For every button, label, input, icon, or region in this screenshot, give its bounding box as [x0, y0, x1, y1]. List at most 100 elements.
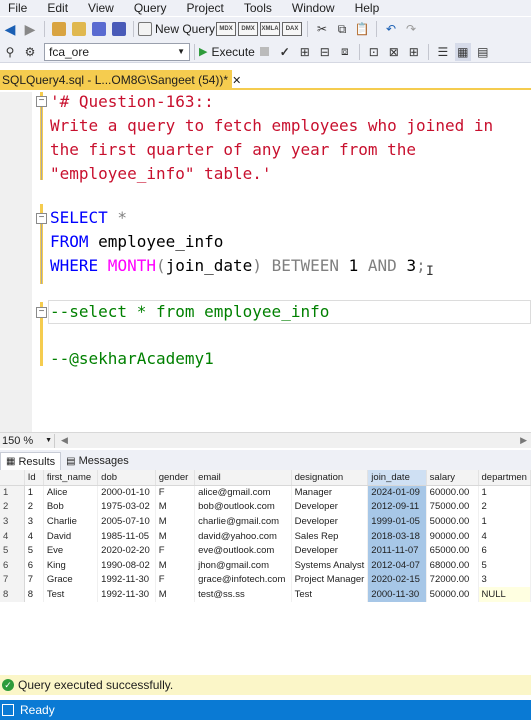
copy-icon[interactable]: ⧉: [334, 20, 350, 38]
table-cell[interactable]: 1975-03-02: [97, 499, 156, 515]
table-cell-selected[interactable]: 2012-09-11: [367, 499, 427, 515]
tab-results[interactable]: ▦ Results: [0, 452, 62, 470]
back-icon[interactable]: ◀: [2, 20, 18, 38]
menu-help[interactable]: Help: [347, 1, 380, 15]
table-cell[interactable]: 3: [478, 572, 531, 588]
paste-icon[interactable]: 📋: [354, 20, 370, 38]
table-cell[interactable]: King: [43, 557, 99, 573]
collapse-icon[interactable]: −: [36, 307, 47, 318]
table-cell[interactable]: Alice: [43, 485, 99, 500]
database-select[interactable]: fca_ore ▼: [44, 42, 190, 61]
table-cell[interactable]: 50000.00: [426, 587, 479, 602]
menu-query[interactable]: Query: [126, 1, 167, 15]
tab-messages[interactable]: ▤ Messages: [61, 452, 134, 470]
table-cell[interactable]: 1: [478, 514, 531, 529]
dax-query-icon[interactable]: DAX: [282, 22, 303, 36]
row-number[interactable]: 3: [0, 514, 25, 529]
menu-window[interactable]: Window: [284, 1, 335, 15]
table-cell[interactable]: 75000.00: [426, 499, 479, 515]
row-number[interactable]: 7: [0, 572, 25, 588]
table-cell[interactable]: Developer: [291, 499, 369, 515]
table-cell[interactable]: David: [43, 528, 99, 544]
menu-view[interactable]: View: [80, 1, 114, 15]
table-cell-selected[interactable]: 1999-01-05: [367, 514, 427, 529]
table-cell[interactable]: 50000.00: [426, 514, 479, 529]
client-stats-icon[interactable]: ⊞: [406, 43, 422, 61]
save-icon[interactable]: [91, 20, 107, 38]
redo-icon[interactable]: ↷: [403, 20, 419, 38]
row-number[interactable]: 8: [0, 587, 25, 602]
menu-tools[interactable]: Tools: [236, 1, 272, 15]
table-cell[interactable]: Test: [291, 587, 369, 602]
table-cell[interactable]: Sales Rep: [291, 528, 369, 544]
table-cell[interactable]: M: [155, 528, 196, 544]
tab-sqlquery4[interactable]: SQLQuery4.sql - L...OM8G\Sangeet (54))* …: [0, 70, 241, 90]
column-header[interactable]: dob: [97, 470, 156, 486]
column-header[interactable]: designation: [291, 470, 369, 486]
column-header-selected[interactable]: join_date: [367, 470, 427, 486]
save-all-icon[interactable]: [111, 20, 127, 38]
change-connection-icon[interactable]: ⚙: [22, 43, 38, 61]
zoom-select[interactable]: 150 % ▼: [0, 433, 55, 448]
column-header[interactable]: email: [194, 470, 292, 486]
table-cell[interactable]: 6: [478, 543, 531, 558]
table-cell[interactable]: 72000.00: [426, 572, 479, 588]
table-cell[interactable]: eve@outlook.com: [194, 543, 292, 558]
table-cell-selected[interactable]: 2018-03-18: [367, 528, 427, 544]
table-cell-null[interactable]: NULL: [478, 587, 531, 602]
row-number[interactable]: 1: [0, 485, 25, 500]
table-cell[interactable]: Bob: [43, 499, 99, 515]
table-cell[interactable]: david@yahoo.com: [194, 528, 292, 544]
undo-icon[interactable]: ↶: [383, 20, 399, 38]
column-header[interactable]: first_name: [43, 470, 99, 486]
table-cell[interactable]: 1990-08-02: [97, 557, 156, 573]
table-cell[interactable]: 60000.00: [426, 485, 479, 500]
results-to-text-icon[interactable]: ☰: [435, 43, 451, 61]
intellisense-icon[interactable]: ⧈: [337, 43, 353, 61]
scroll-right-icon[interactable]: ▶: [520, 435, 527, 446]
table-row[interactable]: 4 4 David 1985-11-05 M david@yahoo.com S…: [0, 528, 531, 544]
table-cell-selected[interactable]: 2024-01-09: [367, 485, 427, 500]
execute-button[interactable]: ▶ Execute: [199, 45, 255, 59]
collapse-icon[interactable]: −: [36, 213, 47, 224]
table-row[interactable]: 3 3 Charlie 2005-07-10 M charlie@gmail.c…: [0, 514, 531, 529]
table-cell[interactable]: Charlie: [43, 514, 99, 529]
menu-edit[interactable]: Edit: [39, 1, 68, 15]
table-cell[interactable]: grace@infotech.com: [194, 572, 292, 588]
dmx-query-icon[interactable]: DMX: [238, 22, 259, 36]
table-cell[interactable]: 4: [24, 528, 44, 544]
table-row[interactable]: 2 2 Bob 1975-03-02 M bob@outlook.com Dev…: [0, 499, 531, 515]
table-cell[interactable]: Eve: [43, 543, 99, 558]
table-cell[interactable]: 2005-07-10: [97, 514, 156, 529]
open-file-icon[interactable]: [71, 20, 87, 38]
table-cell[interactable]: 1992-11-30: [97, 587, 156, 602]
table-cell[interactable]: 90000.00: [426, 528, 479, 544]
xmla-query-icon[interactable]: XMLA: [260, 22, 281, 36]
table-cell[interactable]: M: [155, 514, 196, 529]
parse-icon[interactable]: ✓: [277, 43, 293, 61]
table-row[interactable]: 6 6 King 1990-08-02 M jhon@gmail.com Sys…: [0, 557, 531, 573]
table-cell[interactable]: bob@outlook.com: [194, 499, 292, 515]
row-number[interactable]: 4: [0, 528, 25, 544]
table-row[interactable]: 8 8 Test 1992-11-30 M test@ss.ss Test 20…: [0, 587, 531, 602]
column-header[interactable]: departmen: [478, 470, 531, 486]
table-cell[interactable]: M: [155, 557, 196, 573]
column-header[interactable]: salary: [426, 470, 479, 486]
table-cell[interactable]: Developer: [291, 543, 369, 558]
table-cell[interactable]: 2: [24, 499, 44, 515]
table-row[interactable]: 1 1 Alice 2000-01-10 F alice@gmail.com M…: [0, 485, 531, 500]
include-plan-icon[interactable]: ⊡: [366, 43, 382, 61]
row-number[interactable]: 5: [0, 543, 25, 558]
table-cell[interactable]: F: [155, 572, 196, 588]
table-cell[interactable]: 5: [24, 543, 44, 558]
table-cell-selected[interactable]: 2020-02-15: [367, 572, 427, 588]
table-cell[interactable]: Test: [43, 587, 99, 602]
table-cell-selected[interactable]: 2011-11-07: [367, 543, 427, 558]
table-cell[interactable]: alice@gmail.com: [194, 485, 292, 500]
table-cell[interactable]: Systems Analyst: [291, 557, 369, 573]
row-number[interactable]: 2: [0, 499, 25, 515]
table-row[interactable]: 7 7 Grace 1992-11-30 F grace@infotech.co…: [0, 572, 531, 588]
table-cell[interactable]: Grace: [43, 572, 99, 588]
stop-icon[interactable]: [257, 43, 273, 61]
display-plan-icon[interactable]: ⊞: [297, 43, 313, 61]
